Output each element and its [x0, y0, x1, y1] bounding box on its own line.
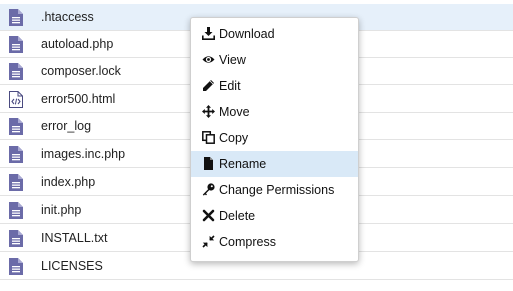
file-name: error500.html [41, 92, 116, 106]
menu-item-rename[interactable]: Rename [191, 151, 358, 177]
menu-item-label: Move [219, 105, 250, 119]
move-arrows-icon [202, 105, 215, 118]
menu-item-label: Delete [219, 209, 256, 223]
x-icon [202, 209, 215, 222]
menu-item-change-permissions[interactable]: Change Permissions [191, 177, 358, 203]
file-name: LICENSES [41, 259, 103, 273]
code-file-icon [9, 91, 23, 108]
file-icon [9, 9, 23, 26]
file-name: INSTALL.txt [41, 231, 108, 245]
menu-item-label: View [219, 53, 246, 67]
menu-item-compress[interactable]: Compress [191, 229, 358, 255]
file-name: images.inc.php [41, 147, 126, 161]
menu-item-label: Rename [219, 157, 267, 171]
pencil-icon [203, 80, 214, 91]
menu-item-delete[interactable]: Delete [191, 203, 358, 229]
file-icon [9, 36, 23, 53]
file-icon [9, 174, 23, 191]
menu-item-label: Edit [219, 79, 241, 93]
file-icon [9, 258, 23, 275]
menu-item-label: Copy [219, 131, 249, 145]
file-icon [9, 118, 23, 135]
menu-item-move[interactable]: Move [191, 99, 358, 125]
file-name: init.php [41, 203, 82, 217]
file-name: autoload.php [41, 37, 114, 51]
menu-item-label: Compress [219, 235, 276, 249]
eye-icon [202, 56, 215, 63]
menu-item-download[interactable]: Download [191, 21, 358, 47]
download-icon [202, 27, 215, 40]
file-name: composer.lock [41, 64, 121, 78]
file-name: error_log [41, 119, 92, 133]
file-icon [9, 63, 23, 80]
menu-item-label: Change Permissions [219, 183, 335, 197]
menu-item-view[interactable]: View [191, 47, 358, 73]
menu-item-label: Download [219, 27, 275, 41]
key-icon [202, 183, 215, 196]
compress-icon [202, 235, 215, 248]
file-icon [204, 157, 213, 170]
menu-item-edit[interactable]: Edit [191, 73, 358, 99]
file-icon [9, 146, 23, 163]
copy-icon [202, 131, 215, 144]
file-name: index.php [41, 175, 96, 189]
file-name: .htaccess [41, 10, 94, 24]
file-icon [9, 230, 23, 247]
menu-item-copy[interactable]: Copy [191, 125, 358, 151]
file-context-menu: Download View Edit Move Copy Rename Chan… [190, 17, 359, 262]
file-icon [9, 202, 23, 219]
